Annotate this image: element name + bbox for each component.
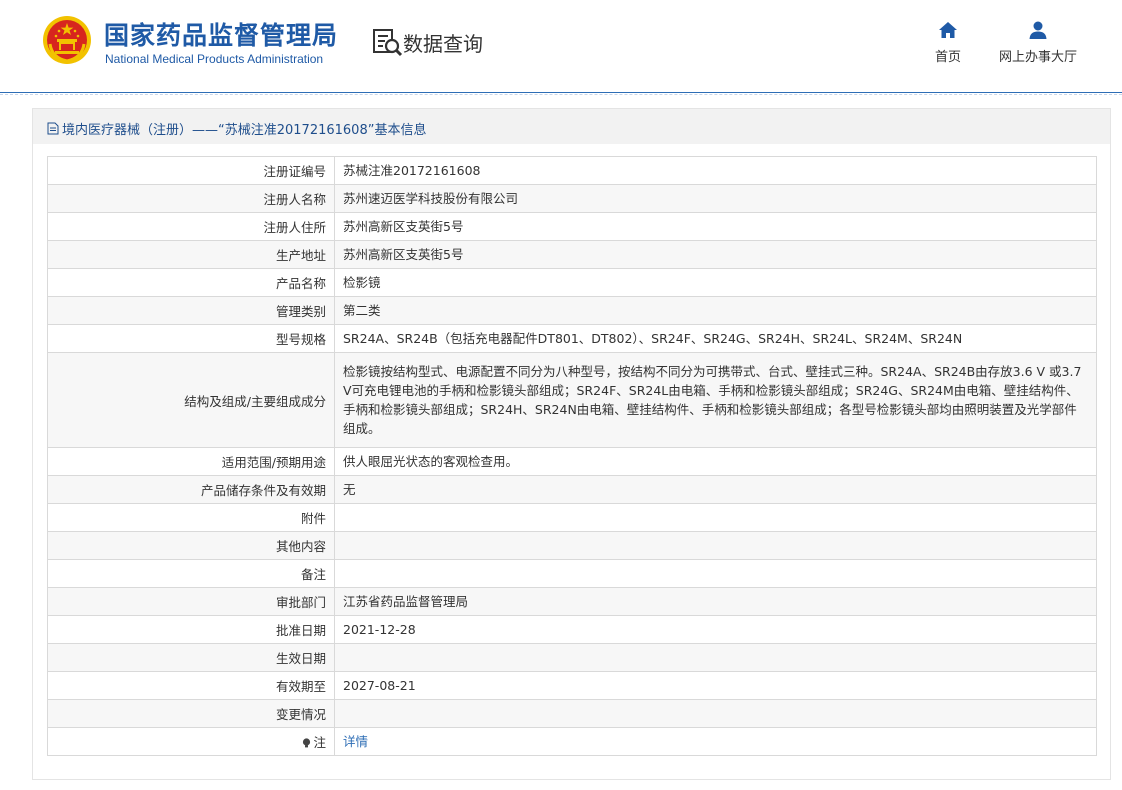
table-row: 变更情况 [47,699,1097,728]
row-value: 苏州高新区支英街5号 [334,240,1097,269]
row-value [334,643,1097,672]
table-row: 有效期至 2027-08-21 [47,671,1097,700]
row-label: 附件 [47,503,335,532]
table-row: 审批部门 江苏省药品监督管理局 [47,587,1097,616]
org-name-en: National Medical Products Administration [105,52,324,66]
row-value: 检影镜 [334,268,1097,297]
row-value [334,559,1097,588]
row-value: 无 [334,475,1097,504]
row-label: 变更情况 [47,699,335,728]
row-value: 江苏省药品监督管理局 [334,587,1097,616]
row-value [334,531,1097,560]
data-query-title: 数据查询 [403,32,483,56]
table-row: 注册证编号 苏械注准20172161608 [47,156,1097,185]
table-row: 生效日期 [47,643,1097,672]
row-value: SR24A、SR24B（包括充电器配件DT801、DT802）、SR24F、SR… [334,324,1097,353]
row-label: 其他内容 [47,531,335,560]
table-row: 型号规格 SR24A、SR24B（包括充电器配件DT801、DT802）、SR2… [47,324,1097,353]
info-table: 注册证编号 苏械注准20172161608 注册人名称 苏州速迈医学科技股份有限… [47,156,1097,756]
row-label: 产品储存条件及有效期 [47,475,335,504]
row-value: 第二类 [334,296,1097,325]
row-label: 生效日期 [47,643,335,672]
note-value: 详情 [334,727,1097,756]
national-emblem-icon [43,16,91,64]
row-label: 结构及组成/主要组成成分 [47,352,335,448]
row-value: 检影镜按结构型式、电源配置不同分为八种型号，按结构不同分为可携带式、台式、壁挂式… [334,352,1097,448]
panel-title: 境内医疗器械（注册）——“苏械注准20172161608”基本信息 [47,119,426,138]
table-row: 生产地址 苏州高新区支英街5号 [47,240,1097,269]
table-row: 管理类别 第二类 [47,296,1097,325]
row-label: 生产地址 [47,240,335,269]
header-divider-dashed [0,94,1122,96]
details-link[interactable]: 详情 [343,734,368,749]
table-row: 产品名称 检影镜 [47,268,1097,297]
table-row: 其他内容 [47,531,1097,560]
nav-home-label: 首页 [934,50,961,65]
row-label: 型号规格 [47,324,335,353]
row-label: 备注 [47,559,335,588]
row-label: 注册人名称 [47,184,335,213]
org-name-cn: 国家药品监督管理局 [104,21,339,50]
table-row: 注册人住所 苏州高新区支英街5号 [47,212,1097,241]
panel-title-text: 境内医疗器械（注册）——“苏械注准20172161608”基本信息 [62,123,427,138]
panel-body: 注册证编号 苏械注准20172161608 注册人名称 苏州速迈医学科技股份有限… [33,144,1110,779]
row-value [334,503,1097,532]
document-icon [47,122,59,135]
document-search-icon [373,29,403,57]
row-label: 适用范围/预期用途 [47,447,335,476]
note-row: 注 详情 [47,727,1097,756]
row-value: 苏械注准20172161608 [334,156,1097,185]
row-value [334,699,1097,728]
row-value: 供人眼屈光状态的客观检查用。 [334,447,1097,476]
row-label: 产品名称 [47,268,335,297]
row-label: 注册人住所 [47,212,335,241]
row-value: 苏州高新区支英街5号 [334,212,1097,241]
lightbulb-icon [303,738,311,748]
row-value: 2027-08-21 [334,671,1097,700]
row-label: 有效期至 [47,671,335,700]
table-row: 结构及组成/主要组成成分 检影镜按结构型式、电源配置不同分为八种型号，按结构不同… [47,352,1097,448]
row-label: 批准日期 [47,615,335,644]
nav-online-service-hall-label: 网上办事大厅 [998,50,1077,65]
table-row: 备注 [47,559,1097,588]
table-row: 适用范围/预期用途 供人眼屈光状态的客观检查用。 [47,447,1097,476]
row-label: 管理类别 [47,296,335,325]
row-value: 苏州速迈医学科技股份有限公司 [334,184,1097,213]
site-header: 国家药品监督管理局 National Medical Products Admi… [0,0,1122,92]
note-label: 注 [47,727,335,756]
detail-panel: 境内医疗器械（注册）——“苏械注准20172161608”基本信息 注册证编号 … [32,108,1111,780]
table-row: 批准日期 2021-12-28 [47,615,1097,644]
table-row: 产品储存条件及有效期 无 [47,475,1097,504]
table-row: 附件 [47,503,1097,532]
table-row: 注册人名称 苏州速迈医学科技股份有限公司 [47,184,1097,213]
user-icon [1029,21,1047,39]
row-value: 2021-12-28 [334,615,1097,644]
nav-online-service-hall[interactable]: 网上办事大厅 [996,20,1080,65]
home-icon [939,22,957,38]
row-label: 审批部门 [47,587,335,616]
row-label: 注册证编号 [47,156,335,185]
note-label-text: 注 [313,735,326,750]
nav-home[interactable]: 首页 [930,20,966,65]
header-divider [0,92,1122,93]
